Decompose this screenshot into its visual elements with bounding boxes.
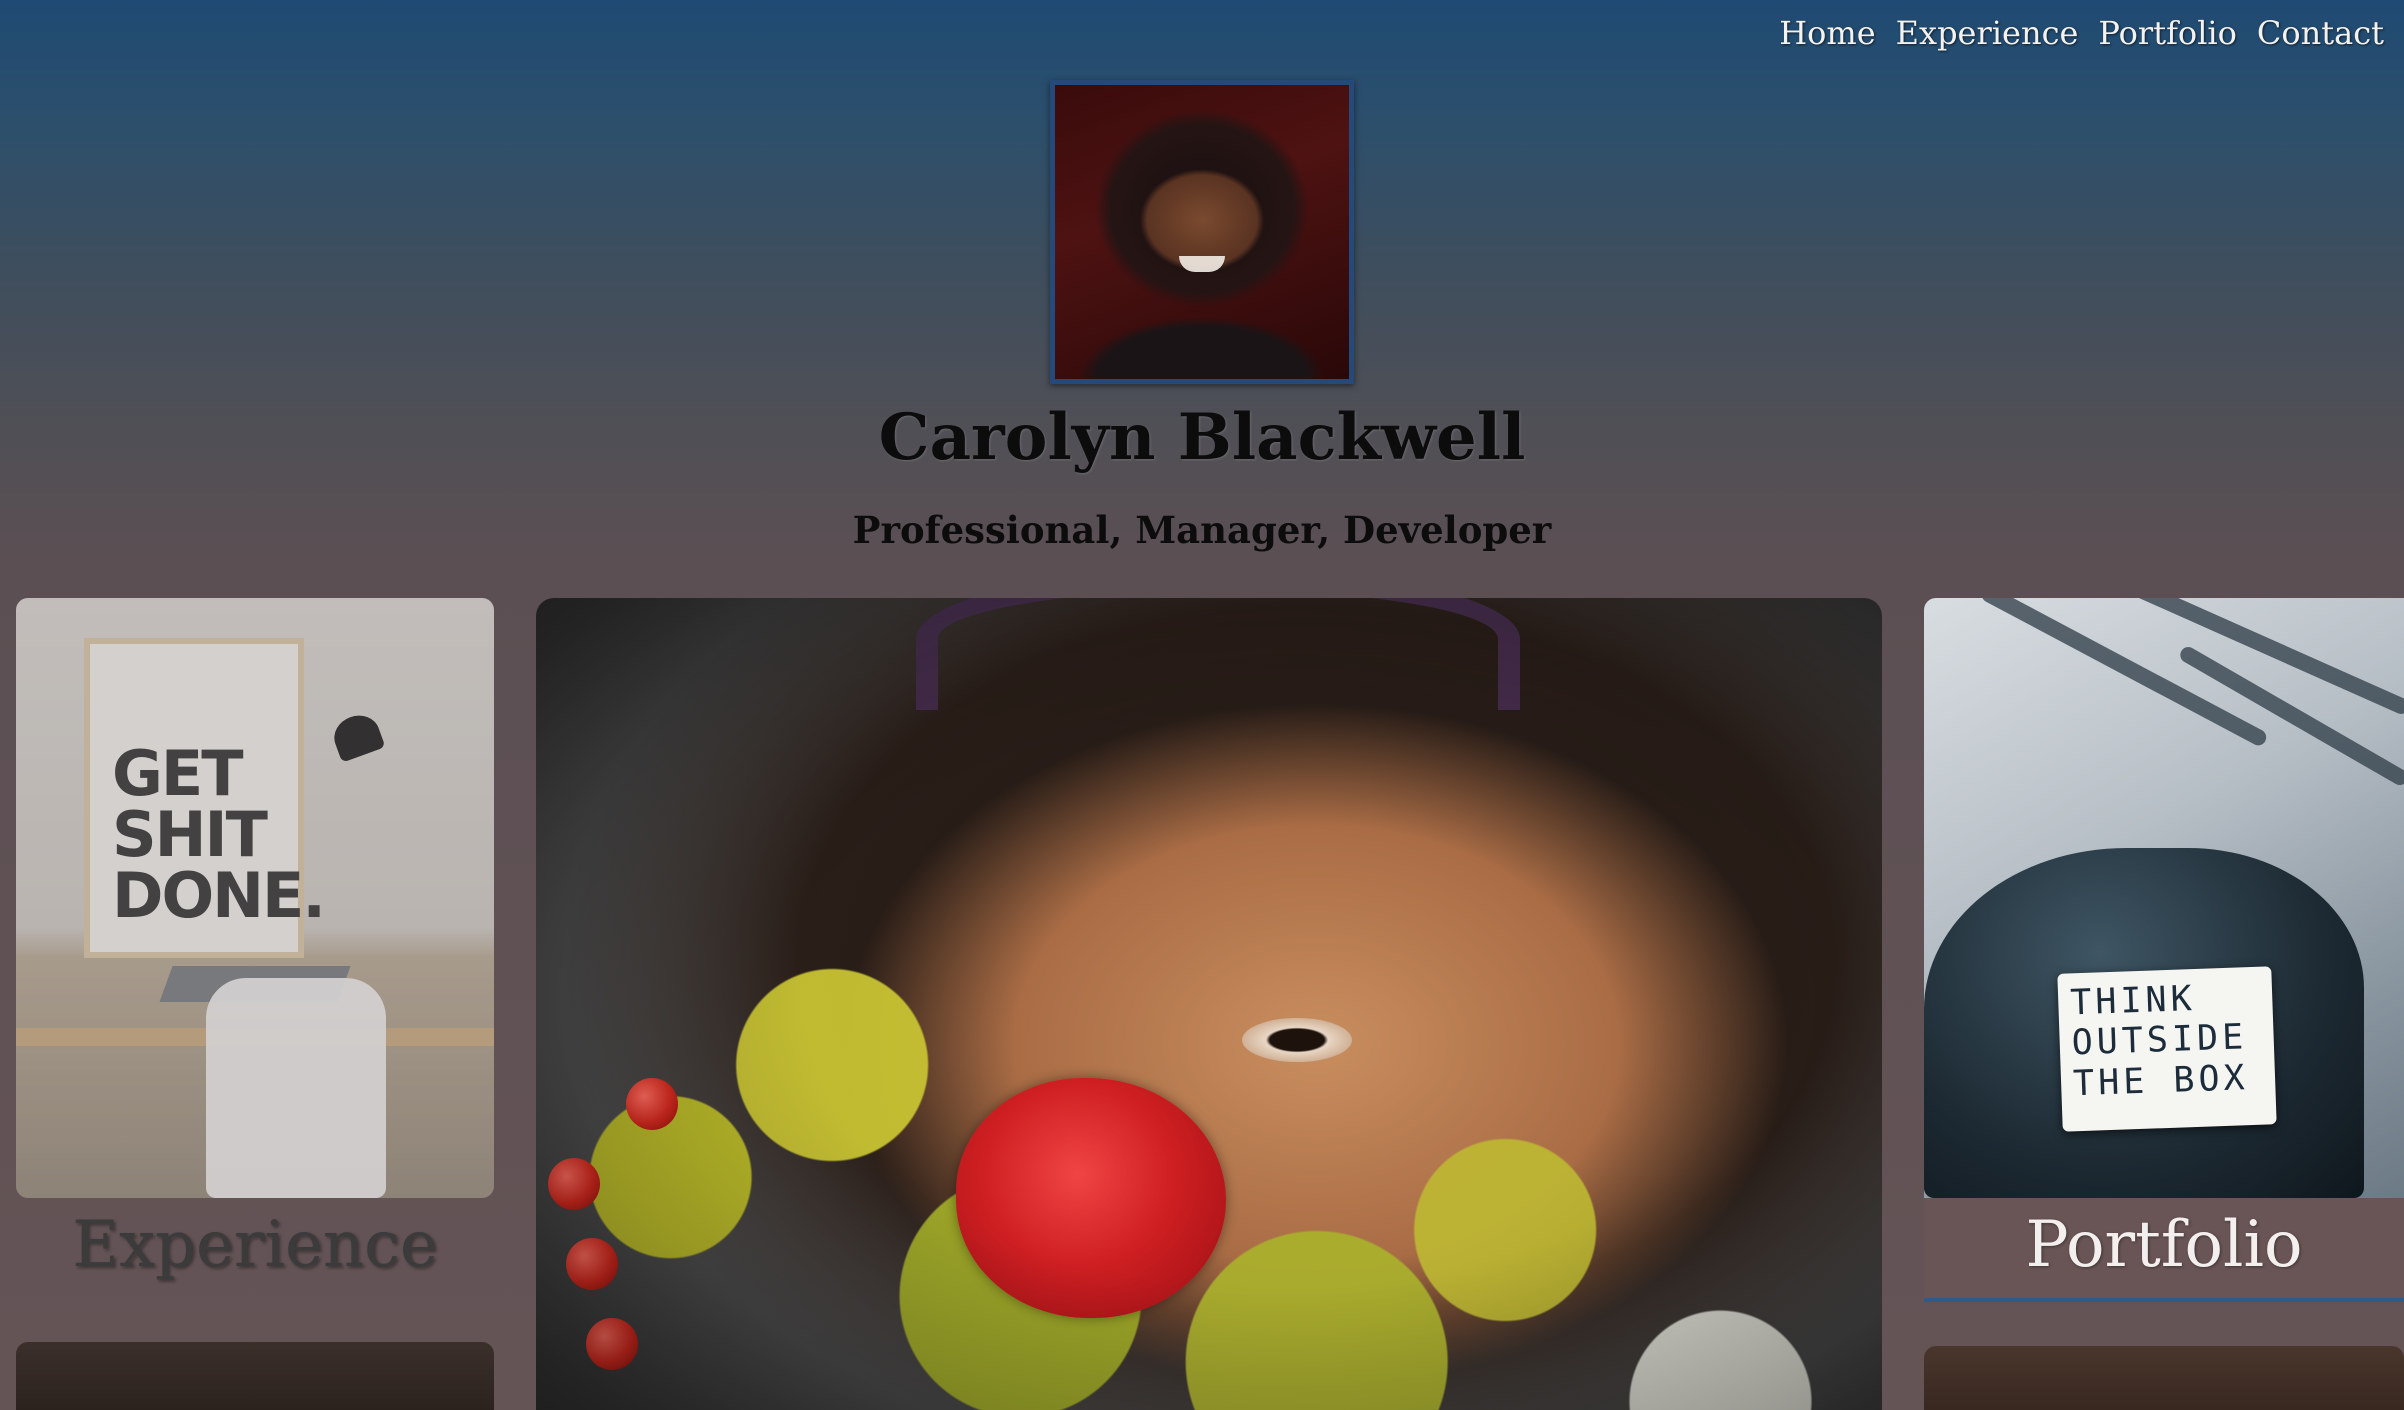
nav-portfolio-link[interactable]: Portfolio bbox=[2098, 14, 2237, 52]
top-navigation: Home Experience Portfolio Contact bbox=[1779, 14, 2384, 52]
lightbox-sign: THINK OUTSIDE THE BOX bbox=[2057, 966, 2277, 1132]
profile-name: Carolyn Blackwell bbox=[878, 400, 1526, 475]
feature-vignette bbox=[536, 598, 1882, 1410]
portfolio-card-label[interactable]: Portfolio bbox=[1924, 1198, 2404, 1302]
experience-card-image[interactable]: GET SHIT DONE. bbox=[16, 598, 494, 1198]
experience-card-label[interactable]: Experience bbox=[16, 1198, 494, 1292]
next-card-left[interactable] bbox=[16, 1342, 494, 1410]
experience-card[interactable]: GET SHIT DONE. Experience bbox=[16, 598, 494, 1298]
feature-photo bbox=[536, 598, 1882, 1410]
profile-avatar bbox=[1050, 80, 1354, 384]
experience-card-overlay bbox=[16, 598, 494, 1198]
next-card-right[interactable] bbox=[1924, 1346, 2404, 1410]
nav-home-link[interactable]: Home bbox=[1779, 14, 1875, 52]
avatar-smile-detail bbox=[1179, 255, 1225, 272]
nav-experience-link[interactable]: Experience bbox=[1896, 14, 2079, 52]
portfolio-card[interactable]: THINK OUTSIDE THE BOX Portfolio bbox=[1924, 598, 2404, 1304]
nav-contact-link[interactable]: Contact bbox=[2257, 14, 2384, 52]
portfolio-card-image[interactable]: THINK OUTSIDE THE BOX bbox=[1924, 598, 2404, 1198]
profile-tagline: Professional, Manager, Developer bbox=[852, 508, 1552, 552]
